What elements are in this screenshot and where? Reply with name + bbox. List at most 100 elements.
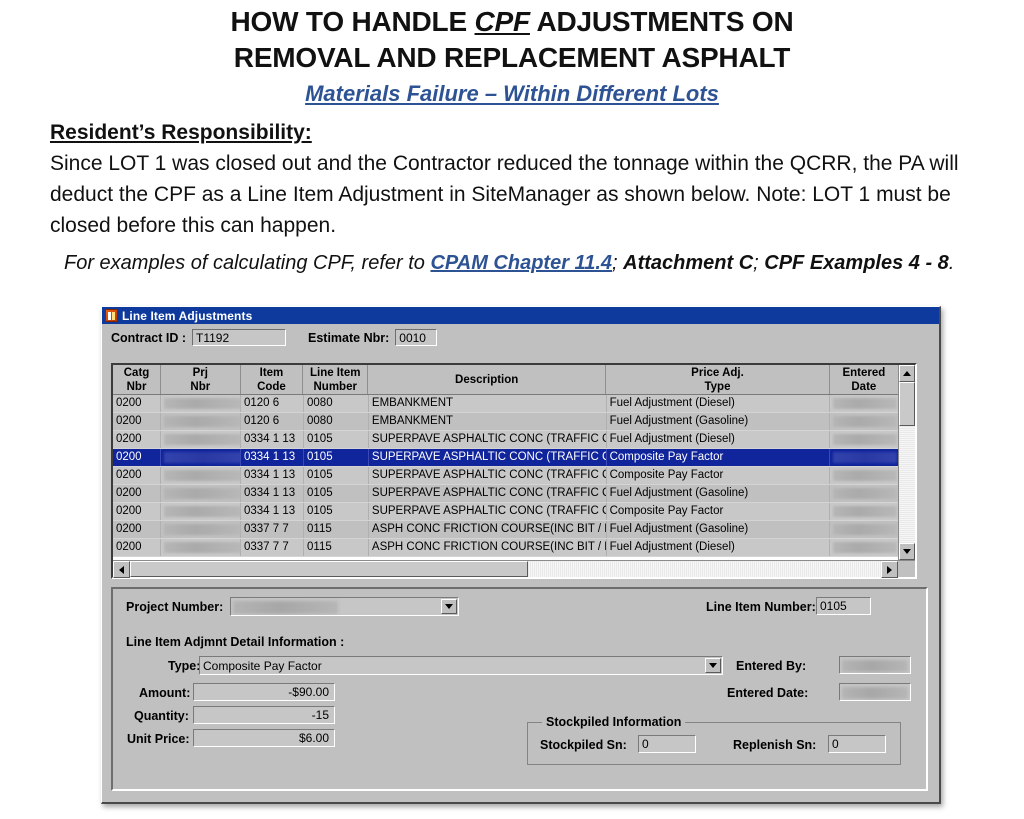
amount-field[interactable]: -$90.00 — [193, 683, 335, 701]
column-header-description[interactable]: Description — [368, 365, 607, 394]
redacted-date-value — [832, 398, 897, 409]
contract-id-label: Contract ID : — [111, 330, 186, 345]
page-title: HOW TO HANDLE CPF ADJUSTMENTS ON REMOVAL… — [0, 0, 1024, 76]
project-number-combo[interactable] — [230, 597, 459, 616]
entered-by-redaction — [842, 660, 908, 672]
column-header-entered-date[interactable]: Entered Date — [830, 365, 898, 394]
column-header-entered-date-line2: Date — [851, 381, 877, 393]
column-header-item-code[interactable]: Item Code — [241, 365, 304, 394]
cell-line: 0115 — [304, 539, 369, 556]
column-header-price-adj-type[interactable]: Price Adj. Type — [606, 365, 830, 394]
application-icon — [105, 309, 118, 322]
estimate-nbr-label: Estimate Nbr: — [308, 330, 390, 345]
cell-desc: ASPH CONC FRICTION COURSE(INC BIT / F — [369, 521, 607, 538]
grid-header-row: Catg Nbr Prj Nbr Item Code Line Item Num… — [113, 365, 898, 395]
column-header-prj-nbr[interactable]: Prj Nbr — [161, 365, 241, 394]
column-header-prj-nbr-line2: Nbr — [190, 381, 211, 393]
entered-date-redaction — [842, 687, 908, 699]
unit-price-label: Unit Price: — [127, 732, 190, 746]
window-title: Line Item Adjustments — [122, 308, 253, 323]
cell-catg: 0200 — [113, 413, 162, 430]
contract-id-field[interactable]: T1192 — [192, 329, 286, 346]
quantity-label: Quantity: — [134, 709, 189, 723]
vertical-scroll-track[interactable] — [899, 382, 915, 543]
table-row[interactable]: 0200 0337 7 7 0115 ASPH CONC FRICTION COURS… — [113, 539, 898, 557]
cell-type: Fuel Adjustment (Diesel) — [607, 539, 830, 556]
grid-vertical-scrollbar[interactable] — [898, 365, 915, 560]
scroll-down-button[interactable] — [899, 543, 915, 560]
scroll-right-button[interactable] — [881, 561, 898, 578]
table-row[interactable]: 0200 0334 1 13 0105 SUPERPAVE ASPHALTIC CON… — [113, 485, 898, 503]
table-row[interactable]: 0200 0334 1 13 0105 SUPERPAVE ASPHALTIC CON… — [113, 449, 898, 467]
type-dropdown-button[interactable] — [705, 658, 721, 673]
cell-desc: ASPH CONC FRICTION COURSE(INC BIT / F — [369, 539, 607, 556]
table-row[interactable]: 0200 0120 6 0080 EMBANKMENT Fuel Adjustment … — [113, 395, 898, 413]
type-combo[interactable]: Composite Pay Factor — [199, 656, 723, 675]
grid-columns-area: Catg Nbr Prj Nbr Item Code Line Item Num… — [113, 365, 898, 560]
cell-desc: EMBANKMENT — [369, 395, 607, 412]
table-row[interactable]: 0200 0334 1 13 0105 SUPERPAVE ASPHALTIC CON… — [113, 467, 898, 485]
stockpiled-information-title: Stockpiled Information — [542, 715, 686, 729]
cell-catg: 0200 — [113, 503, 162, 520]
cpam-chapter-link[interactable]: CPAM Chapter 11.4 — [430, 252, 612, 274]
line-item-number-field[interactable]: 0105 — [816, 597, 871, 615]
redacted-prj-value — [164, 506, 240, 517]
cell-item: 0120 6 — [241, 395, 305, 412]
cell-item: 0334 1 13 — [241, 503, 305, 520]
entered-by-field[interactable] — [839, 656, 911, 674]
cell-prj — [161, 467, 241, 484]
column-header-line-item-number[interactable]: Line Item Number — [303, 365, 369, 394]
cell-catg: 0200 — [113, 485, 162, 502]
estimate-nbr-field[interactable]: 0010 — [395, 329, 438, 346]
cell-date — [830, 395, 898, 412]
chevron-down-icon — [709, 663, 717, 668]
page-title-cpf-emphasis: CPF — [474, 6, 531, 37]
project-number-dropdown-button[interactable] — [441, 599, 457, 614]
cell-desc: SUPERPAVE ASPHALTIC CONC (TRAFFIC C — [369, 431, 607, 448]
replenish-sn-field[interactable]: 0 — [828, 735, 886, 753]
horizontal-scroll-thumb[interactable] — [130, 561, 529, 577]
table-row[interactable]: 0200 0334 1 13 0105 SUPERPAVE ASPHALTIC CON… — [113, 431, 898, 449]
scroll-left-button[interactable] — [113, 561, 130, 578]
unit-price-field[interactable]: $6.00 — [193, 729, 335, 747]
grid-horizontal-scrollbar[interactable] — [113, 560, 915, 578]
quantity-field[interactable]: -15 — [193, 706, 335, 724]
type-value: Composite Pay Factor — [203, 658, 322, 673]
project-number-redaction — [233, 601, 338, 614]
attachment-c-text: Attachment C — [623, 252, 754, 274]
column-header-line-item-number-line2: Number — [313, 381, 357, 393]
cell-line: 0105 — [304, 485, 369, 502]
redacted-prj-value — [164, 470, 240, 481]
horizontal-scroll-track[interactable] — [130, 561, 881, 577]
examples-prefix: For examples of calculating CPF, refer t… — [64, 252, 431, 274]
stockpiled-sn-label: Stockpiled Sn: — [540, 738, 627, 752]
column-header-catg-nbr-line2: Nbr — [126, 381, 147, 393]
cell-date — [830, 521, 898, 538]
examples-separator-2: ; — [753, 252, 765, 274]
table-row[interactable]: 0200 0337 7 7 0115 ASPH CONC FRICTION COURS… — [113, 521, 898, 539]
cell-catg: 0200 — [113, 539, 162, 556]
cell-type: Fuel Adjustment (Gasoline) — [607, 521, 830, 538]
redacted-prj-value — [164, 542, 240, 553]
examples-period: . — [948, 252, 955, 274]
entered-date-field[interactable] — [839, 683, 911, 701]
cell-item: 0334 1 13 — [241, 467, 305, 484]
table-row[interactable]: 0200 0120 6 0080 EMBANKMENT Fuel Adjustment … — [113, 413, 898, 431]
scroll-up-button[interactable] — [899, 365, 915, 382]
cell-catg: 0200 — [113, 395, 162, 412]
column-header-item-code-line2: Code — [257, 381, 286, 393]
cell-prj — [161, 431, 241, 448]
cell-prj — [161, 413, 241, 430]
column-header-catg-nbr[interactable]: Catg Nbr — [113, 365, 162, 394]
cell-catg: 0200 — [113, 521, 162, 538]
entered-date-label: Entered Date: — [727, 686, 809, 700]
window-titlebar[interactable]: Line Item Adjustments — [102, 307, 939, 324]
cell-item: 0334 1 13 — [241, 449, 305, 466]
redacted-prj-value — [164, 416, 240, 427]
vertical-scroll-thumb[interactable] — [899, 382, 915, 426]
cell-date — [830, 413, 898, 430]
stockpiled-sn-field[interactable]: 0 — [638, 735, 696, 753]
table-row[interactable]: 0200 0334 1 13 0105 SUPERPAVE ASPHALTIC CON… — [113, 503, 898, 521]
cell-prj — [161, 449, 241, 466]
redacted-date-value — [832, 506, 897, 517]
